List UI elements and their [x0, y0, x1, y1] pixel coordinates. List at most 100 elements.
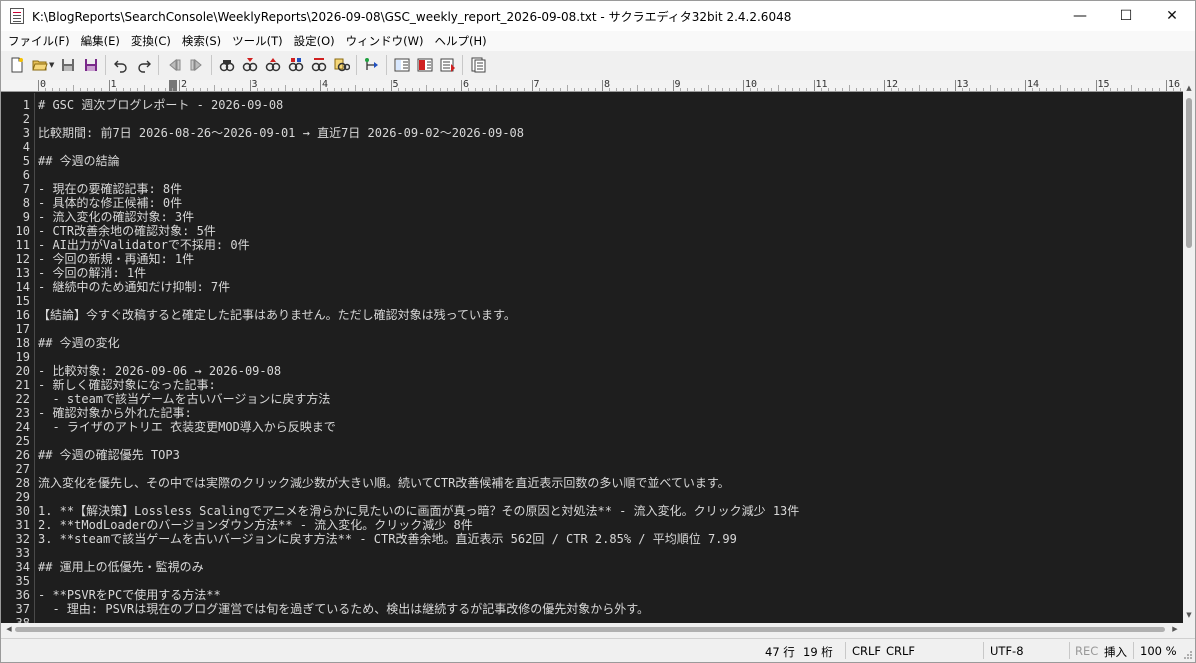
line-number[interactable]: 27 [16, 462, 30, 476]
compare-icon[interactable] [392, 55, 412, 75]
text-line[interactable]: - CTR改善余地の確認対象: 5件 [38, 224, 216, 238]
menu-help[interactable]: ヘルプ(H) [430, 33, 493, 49]
text-line[interactable]: - 確認対象から外れた記事: [38, 406, 192, 420]
text-line[interactable]: # GSC 週次ブログレポート - 2026-09-08 [38, 98, 283, 112]
line-number[interactable]: 22 [16, 392, 30, 406]
text-line[interactable]: - **PSVRをPCで使用する方法** [38, 588, 221, 602]
status-zoom[interactable]: 100 % [1140, 644, 1177, 658]
line-number[interactable]: 25 [16, 434, 30, 448]
line-number[interactable]: 1 [23, 98, 30, 112]
line-number[interactable]: 11 [16, 238, 30, 252]
line-number-gutter[interactable]: 1 2 3 4 5 6 7 8 9 10 11 12 13 14 15 16 17 18 19 20 21 22 23 24 2… [1, 93, 35, 623]
new-file-icon[interactable] [7, 55, 27, 75]
line-number[interactable]: 23 [16, 406, 30, 420]
find-icon[interactable] [217, 55, 237, 75]
find-next-icon[interactable] [240, 55, 260, 75]
text-line[interactable]: - 新しく確認対象になった記事: [38, 378, 216, 392]
outline-icon[interactable] [362, 55, 382, 75]
app-notepad-icon[interactable] [10, 8, 24, 24]
title-bar[interactable]: K:\BlogReports\SearchConsole\WeeklyRepor… [1, 1, 1195, 31]
status-eol-input[interactable]: CRLF [852, 644, 881, 658]
redo-icon[interactable] [134, 55, 154, 75]
text-line[interactable]: - 現在の要確認記事: 8件 [38, 182, 182, 196]
scroll-right-icon[interactable]: ▶ [1169, 623, 1181, 636]
text-line[interactable]: 流入変化を優先し、その中では実際のクリック減少数が大きい順。続いてCTR改善候補… [38, 476, 730, 490]
find-prev-icon[interactable] [263, 55, 283, 75]
horizontal-scrollbar[interactable]: ◀ ▶ [1, 623, 1195, 636]
ruler[interactable]: 0 1 2 3 4 5 6 7 8 9 10 11 12 13 14 15 16 [35, 80, 1183, 92]
line-number[interactable]: 10 [16, 224, 30, 238]
text-line[interactable]: ## 運用上の低優先・監視のみ [38, 560, 204, 574]
menu-file[interactable]: ファイル(F) [3, 33, 76, 49]
menu-convert[interactable]: 変換(C) [126, 33, 177, 49]
line-number[interactable]: 15 [16, 294, 30, 308]
line-number[interactable]: 33 [16, 546, 30, 560]
line-number[interactable]: 32 [16, 532, 30, 546]
menu-tools[interactable]: ツール(T) [227, 33, 289, 49]
editor-area[interactable]: 0 1 2 3 4 5 6 7 8 9 10 11 12 13 14 15 16 1 2 3 4 5 6 7 8 9 10 11 12… [1, 80, 1183, 623]
text-line[interactable]: ## 今週の確認優先 TOP3 [38, 448, 180, 462]
minimize-button[interactable]: — [1057, 1, 1103, 31]
text-line[interactable]: 1. **【解決策】Lossless Scalingでアニメを滑らかに見たいのに… [38, 504, 799, 518]
replace-icon[interactable] [286, 55, 306, 75]
status-insert-mode[interactable]: 挿入 [1104, 644, 1127, 660]
line-number[interactable]: 37 [16, 602, 30, 616]
line-number[interactable]: 6 [23, 168, 30, 182]
line-number[interactable]: 8 [23, 196, 30, 210]
line-number[interactable]: 3 [23, 126, 30, 140]
scroll-up-icon[interactable]: ▲ [1183, 82, 1195, 94]
save-icon[interactable] [58, 55, 78, 75]
text-line[interactable]: - 今回の新規・再通知: 1件 [38, 252, 194, 266]
line-number[interactable]: 36 [16, 588, 30, 602]
close-button[interactable]: ✕ [1149, 1, 1195, 31]
text-line[interactable]: - AI出力がValidatorで不採用: 0件 [38, 238, 250, 252]
line-number[interactable]: 4 [23, 140, 30, 154]
scroll-left-icon[interactable]: ◀ [3, 623, 15, 636]
jump-back-icon[interactable] [164, 55, 184, 75]
text-line[interactable]: - 比較対象: 2026-09-06 → 2026-09-08 [38, 364, 281, 378]
tag-jump-icon[interactable] [438, 55, 458, 75]
line-number[interactable]: 14 [16, 280, 30, 294]
text-line[interactable]: ## 今週の変化 [38, 336, 120, 350]
line-number[interactable]: 29 [16, 490, 30, 504]
line-number[interactable]: 2 [23, 112, 30, 126]
horizontal-scroll-thumb[interactable] [15, 627, 1165, 632]
line-number[interactable]: 31 [16, 518, 30, 532]
text-line[interactable]: 2. **tModLoaderのバージョンダウン方法** - 流入変化。クリック… [38, 518, 473, 532]
save-all-icon[interactable] [81, 55, 101, 75]
text-line[interactable]: 比較期間: 前7日 2026-08-26〜2026-09-01 → 直近7日 2… [38, 126, 524, 140]
line-number[interactable]: 19 [16, 350, 30, 364]
settings-icon[interactable] [468, 55, 488, 75]
line-number[interactable]: 38 [16, 616, 30, 623]
print-preview-icon[interactable] [415, 55, 435, 75]
text-line[interactable]: 3. **steamで該当ゲームを古いバージョンに戻す方法** - CTR改善余… [38, 532, 737, 546]
undo-icon[interactable] [111, 55, 131, 75]
menu-search[interactable]: 検索(S) [177, 33, 227, 49]
text-line[interactable]: 【結論】今すぐ改稿すると確定した記事はありません。ただし確認対象は残っています。 [38, 308, 516, 322]
line-number[interactable]: 28 [16, 476, 30, 490]
vertical-scrollbar[interactable]: ▲ ▼ [1183, 80, 1195, 623]
line-number[interactable]: 26 [16, 448, 30, 462]
highlight-search-icon[interactable] [309, 55, 329, 75]
text-area[interactable]: # GSC 週次ブログレポート - 2026-09-08 比較期間: 前7日 20… [38, 93, 1183, 623]
resize-grip-icon[interactable] [1183, 650, 1193, 660]
open-folder-icon[interactable] [30, 55, 50, 75]
maximize-button[interactable]: ☐ [1103, 1, 1149, 31]
text-line[interactable]: - 継続中のため通知だけ抑制: 7件 [38, 280, 230, 294]
text-line[interactable]: - 理由: PSVRは現在のブログ運営では旬を過ぎているため、検出は継続するが記… [38, 602, 649, 616]
grep-icon[interactable] [332, 55, 352, 75]
text-line[interactable]: - 今回の解消: 1件 [38, 266, 146, 280]
text-line[interactable]: - ライザのアトリエ 衣装変更MOD導入から反映まで [38, 420, 335, 434]
line-number[interactable]: 12 [16, 252, 30, 266]
line-number[interactable]: 9 [23, 210, 30, 224]
open-dropdown-icon[interactable]: ▼ [49, 61, 54, 69]
status-encoding[interactable]: UTF-8 [990, 644, 1024, 658]
jump-forward-icon[interactable] [187, 55, 207, 75]
line-number[interactable]: 34 [16, 560, 30, 574]
line-number[interactable]: 7 [23, 182, 30, 196]
menu-window[interactable]: ウィンドウ(W) [341, 33, 430, 49]
line-number[interactable]: 5 [23, 154, 30, 168]
text-line[interactable]: ## 今週の結論 [38, 154, 120, 168]
line-number[interactable]: 30 [16, 504, 30, 518]
line-number[interactable]: 24 [16, 420, 30, 434]
